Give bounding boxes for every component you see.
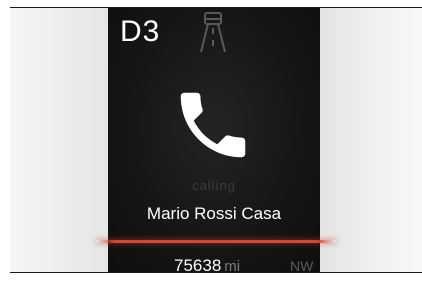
red-divider-bar	[96, 240, 336, 243]
caller-name: Mario Rossi Casa	[146, 204, 282, 223]
cluster-figure: D3 calling Mario Rossi Casa 75638 mi NW	[0, 0, 422, 281]
gear-indicator: D3	[120, 15, 161, 48]
phone-handset-icon	[180, 92, 246, 158]
odometer-readout: 75638 mi	[174, 256, 240, 276]
left-dashboard-trim	[10, 8, 108, 272]
car-top-icon	[200, 12, 226, 53]
bottom-rule	[10, 272, 422, 273]
right-dashboard-trim	[320, 8, 422, 272]
instrument-display: D3 calling Mario Rossi Casa	[108, 8, 320, 272]
call-status-text: calling	[192, 178, 236, 193]
